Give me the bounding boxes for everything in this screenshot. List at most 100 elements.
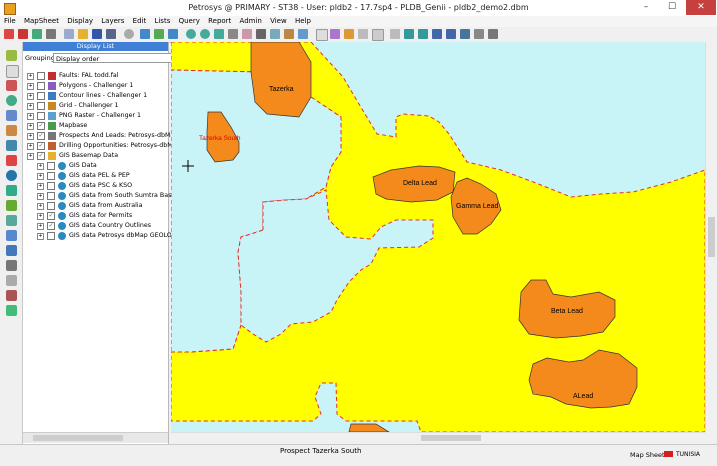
layer-row[interactable]: + Polygons - Challenger 1: [23, 81, 168, 91]
layer-row[interactable]: + GIS data PEL & PEP: [23, 171, 168, 181]
wells-icon[interactable]: [6, 80, 17, 91]
layer-row[interactable]: + ✓ Prospects And Leads: Petrosys-dbMap: [23, 131, 178, 141]
layers-icon[interactable]: [32, 29, 42, 39]
layer-row[interactable]: + Contour lines - Challenger 1: [23, 91, 168, 101]
scale-bar-icon[interactable]: [6, 260, 17, 271]
expand-icon[interactable]: +: [27, 83, 34, 90]
layer-visibility-checkbox[interactable]: [37, 112, 45, 120]
zoom-out-icon[interactable]: [200, 29, 210, 39]
layer-row[interactable]: + GIS Data: [23, 161, 168, 171]
well-path-icon[interactable]: [6, 305, 17, 316]
layer-row[interactable]: + ✓ GIS data Country Outlines: [23, 221, 168, 231]
layer-visibility-checkbox[interactable]: [47, 162, 55, 170]
map-vertical-scrollbar[interactable]: [705, 42, 717, 432]
expand-icon[interactable]: +: [37, 203, 44, 210]
close-button[interactable]: ✕: [686, 0, 716, 15]
maximize-button[interactable]: ☐: [659, 0, 685, 15]
globe-icon[interactable]: [6, 95, 17, 106]
layer-visibility-checkbox[interactable]: ✓: [37, 152, 45, 160]
grouping-select[interactable]: Display order ▼: [53, 53, 185, 63]
undo-icon[interactable]: [140, 29, 150, 39]
delete-icon[interactable]: [474, 29, 484, 39]
zoom-window-icon[interactable]: [228, 29, 238, 39]
expand-icon[interactable]: +: [37, 163, 44, 170]
save-as-icon[interactable]: [106, 29, 116, 39]
open-map-icon[interactable]: [18, 29, 28, 39]
zoom-extent-icon[interactable]: [214, 29, 224, 39]
expand-icon[interactable]: +: [37, 183, 44, 190]
raster-icon[interactable]: [284, 29, 294, 39]
map-horizontal-scrollbar[interactable]: [171, 432, 705, 443]
expand-icon[interactable]: +: [27, 93, 34, 100]
redraw-icon[interactable]: [154, 29, 164, 39]
scroll-thumb[interactable]: [33, 435, 123, 441]
layer-visibility-checkbox[interactable]: ✓: [37, 142, 45, 150]
layer-visibility-checkbox[interactable]: [47, 202, 55, 210]
menu-report[interactable]: Report: [206, 16, 233, 27]
layer-visibility-checkbox[interactable]: [37, 82, 45, 90]
layer-visibility-checkbox[interactable]: ✓: [37, 132, 45, 140]
import-icon[interactable]: [446, 29, 456, 39]
redo-icon[interactable]: [168, 29, 178, 39]
document-icon[interactable]: [316, 29, 328, 41]
expand-icon[interactable]: +: [27, 73, 34, 80]
back-icon[interactable]: [418, 29, 428, 39]
zoom-in-icon[interactable]: [186, 29, 196, 39]
menu-lists[interactable]: Lists: [152, 16, 172, 27]
menu-query[interactable]: Query: [177, 16, 202, 27]
layer-row[interactable]: + GIS data from Australia: [23, 201, 168, 211]
expand-icon[interactable]: +: [37, 193, 44, 200]
layer-row[interactable]: + ✓ GIS data for Permits: [23, 211, 168, 221]
document-tool-icon[interactable]: [6, 65, 19, 78]
layer-row[interactable]: + PNG Raster - Challenger 1: [23, 111, 168, 121]
prospect-tazerka[interactable]: [250, 42, 312, 118]
layer-visibility-checkbox[interactable]: [47, 192, 55, 200]
settings-icon[interactable]: [488, 29, 498, 39]
map-hscroll-thumb[interactable]: [421, 435, 481, 441]
layer-row[interactable]: + GIS data PSC & KSO: [23, 181, 168, 191]
expand-icon[interactable]: +: [37, 173, 44, 180]
expand-icon[interactable]: +: [27, 153, 34, 160]
eraser-icon[interactable]: [358, 29, 368, 39]
minimize-button[interactable]: –: [633, 0, 659, 15]
layer-visibility-checkbox[interactable]: [47, 182, 55, 190]
layer-visibility-checkbox[interactable]: ✓: [47, 212, 55, 220]
menu-view[interactable]: View: [268, 16, 289, 27]
menu-display[interactable]: Display: [65, 16, 95, 27]
north-arrow-icon[interactable]: [6, 275, 17, 286]
refresh-icon[interactable]: [460, 29, 470, 39]
menu-file[interactable]: File: [2, 16, 18, 27]
pan-hand-icon[interactable]: [242, 29, 252, 39]
label-icon[interactable]: [372, 29, 384, 41]
measure-icon[interactable]: [298, 29, 308, 39]
save-icon[interactable]: [92, 29, 102, 39]
expand-icon[interactable]: +: [37, 233, 44, 240]
expand-icon[interactable]: +: [27, 143, 34, 150]
menu-layers[interactable]: Layers: [99, 16, 126, 27]
layer-visibility-checkbox[interactable]: [47, 232, 55, 240]
layer-row[interactable]: + ✓ Drilling Opportunities: Petrosys-dbMap: [23, 141, 181, 151]
contour-tool-icon[interactable]: [6, 140, 17, 151]
layer-visibility-checkbox[interactable]: [37, 102, 45, 110]
layer-row[interactable]: + ✓ GIS Basemap Data: [23, 151, 168, 161]
map-canvas[interactable]: Tazerka Tazerka South Delta Lead Gamma L…: [171, 42, 705, 432]
open-folder-icon[interactable]: [78, 29, 88, 39]
new-map-icon[interactable]: [4, 29, 14, 39]
grid-view-icon[interactable]: [270, 29, 280, 39]
copy-icon[interactable]: [390, 29, 400, 39]
layer-row[interactable]: + Grid - Challenger 1: [23, 101, 168, 111]
expand-icon[interactable]: +: [37, 213, 44, 220]
layer-row[interactable]: + GIS data Petrosys dbMap GEOLOG: [23, 231, 177, 241]
menu-mapsheet[interactable]: MapSheet: [22, 16, 61, 27]
seismic-icon[interactable]: [6, 185, 17, 196]
expand-icon[interactable]: +: [27, 123, 34, 130]
new-file-icon[interactable]: [64, 29, 74, 39]
symbol-icon[interactable]: [6, 245, 17, 256]
add-layer-icon[interactable]: [6, 50, 17, 61]
menu-help[interactable]: Help: [293, 16, 313, 27]
forward-icon[interactable]: [404, 29, 414, 39]
prospect-partial[interactable]: [348, 423, 390, 432]
layer-row[interactable]: + GIS data from South Sumtra Basin: [23, 191, 177, 201]
layer-visibility-checkbox[interactable]: [47, 172, 55, 180]
map-vscroll-thumb[interactable]: [708, 217, 715, 257]
